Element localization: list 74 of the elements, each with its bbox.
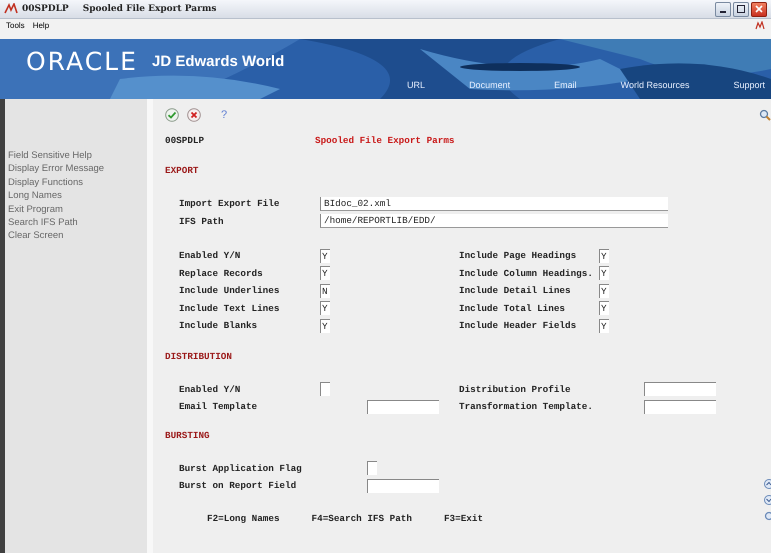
input-field[interactable] (644, 400, 716, 414)
product-name: JD Edwards World (152, 53, 284, 70)
input-field[interactable]: Y (320, 266, 330, 280)
page-down-icon[interactable] (763, 495, 771, 505)
input-field[interactable]: /home/REPORTLIB/EDD/ (320, 214, 668, 228)
sidebar-item[interactable]: Field Sensitive Help (8, 149, 147, 162)
section-heading: EXPORT (165, 164, 200, 178)
field-label: Include Blanks (179, 320, 258, 332)
input-field[interactable] (367, 461, 377, 476)
field-label: Include Detail Lines (459, 285, 572, 296)
input-field[interactable] (367, 478, 439, 493)
section-heading: DISTRIBUTION (165, 350, 233, 364)
input-field[interactable]: BIdoc_02.xml (320, 196, 668, 211)
field-label: Include Column Headings. (459, 268, 594, 279)
field-label: Include Page Headings (459, 250, 578, 262)
sidebar-item[interactable]: Display Error Message (8, 162, 147, 176)
input-field[interactable] (320, 382, 330, 396)
menu-item[interactable]: Tools (6, 20, 25, 30)
banner-link[interactable]: World Resources (620, 80, 690, 90)
cancel-icon[interactable] (187, 108, 201, 122)
input-field[interactable]: Y (599, 248, 609, 263)
function-key[interactable]: F3=Exit (444, 512, 484, 524)
field-label: Enabled Y/N (179, 384, 242, 395)
program-id: 00SPDLP (165, 134, 206, 146)
field-label: Replace Records (179, 268, 264, 279)
close-button[interactable] (751, 2, 767, 16)
window-title: Spooled File Export Parms (82, 4, 216, 14)
input-field[interactable]: Y (320, 248, 330, 263)
input-field[interactable]: Y (320, 318, 330, 333)
input-field[interactable] (367, 400, 439, 414)
field-label: Include Total Lines (459, 302, 566, 314)
close-icon (755, 5, 763, 13)
input-field[interactable]: Y (599, 284, 609, 298)
sidebar-item[interactable]: Display Functions (8, 176, 147, 190)
field-label: Enabled Y/N (179, 250, 242, 262)
screen-title: Spooled File Export Parms (315, 134, 454, 146)
field-label: Import Export File (179, 198, 280, 210)
sidebar-item[interactable]: Exit Program (8, 202, 147, 216)
oracle-logo: ORACLE (26, 47, 138, 76)
sidebar-item[interactable]: Search IFS Path (8, 216, 147, 230)
input-field[interactable]: Y (599, 301, 609, 316)
zoom-icon[interactable] (763, 511, 771, 521)
sidebar-item[interactable]: Long Names (8, 189, 147, 203)
input-field[interactable]: Y (320, 301, 330, 316)
input-field[interactable]: N (320, 284, 330, 298)
field-label: Include Underlines (179, 285, 280, 296)
field-label: Burst on Report Field (179, 480, 298, 492)
minimize-button[interactable] (715, 2, 731, 16)
search-icon[interactable] (759, 109, 771, 121)
input-field[interactable]: Y (599, 266, 609, 280)
ok-icon[interactable] (165, 108, 179, 122)
field-label: Distribution Profile (459, 384, 572, 395)
banner-link[interactable]: Support (733, 80, 765, 90)
menu-item[interactable]: Help (32, 20, 50, 30)
function-key[interactable]: F4=Search IFS Path (312, 512, 412, 524)
field-label: Transformation Template. (459, 401, 594, 412)
banner-link[interactable]: URL (407, 80, 426, 90)
page-up-icon[interactable] (763, 479, 771, 489)
field-label: Include Text Lines (179, 302, 280, 314)
maximize-button[interactable] (733, 2, 749, 16)
field-label: Include Header Fields (459, 320, 578, 332)
field-label: IFS Path (179, 216, 225, 227)
app-logo-icon (4, 3, 18, 15)
app-logo-icon (755, 20, 765, 30)
field-label: Burst Application Flag (179, 462, 303, 474)
function-key[interactable]: F2=Long Names (207, 512, 280, 524)
section-heading: BURSTING (165, 428, 211, 442)
input-field[interactable]: Y (599, 318, 609, 333)
maximize-icon (737, 5, 745, 13)
input-field[interactable] (644, 382, 716, 396)
help-icon[interactable]: ? (221, 109, 228, 121)
sidebar-item[interactable]: Clear Screen (8, 229, 147, 243)
field-label: Email Template (179, 401, 258, 412)
window-code: 00SPDLP (22, 4, 69, 14)
